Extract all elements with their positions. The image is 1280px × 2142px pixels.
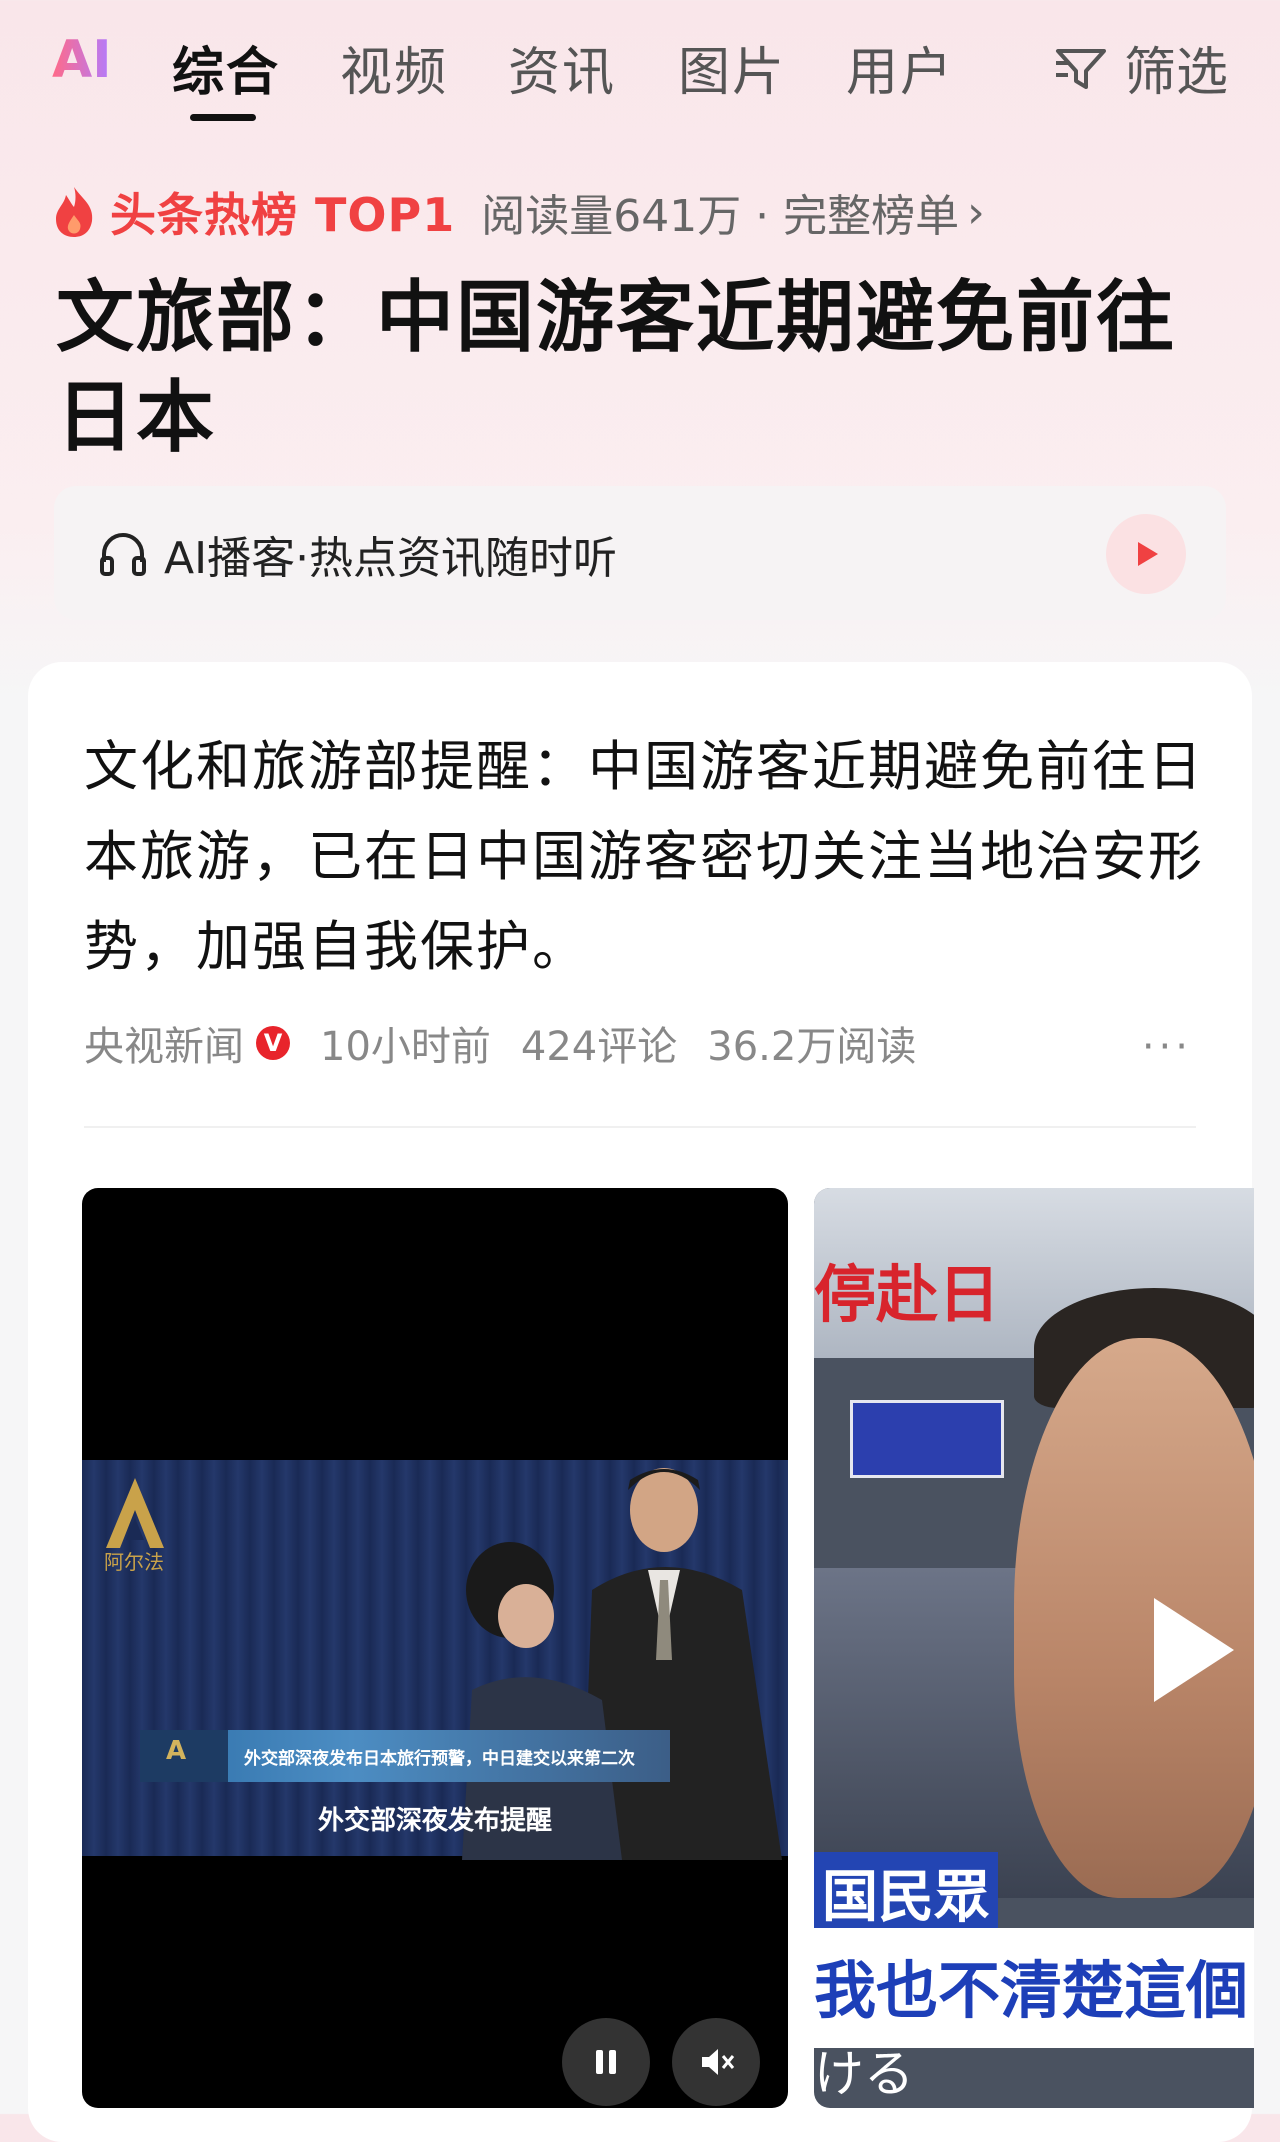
ai-podcast-bar[interactable]: AI播客·热点资讯随时听 [54,486,1226,620]
ai-logo[interactable]: AI [52,30,112,90]
tab-news[interactable]: 资讯 [508,30,616,105]
mute-button[interactable] [672,2018,760,2106]
divider [84,1126,1196,1128]
tab-images[interactable]: 图片 [678,30,786,105]
podcast-play-button[interactable] [1106,514,1186,594]
more-options-icon[interactable]: ··· [1142,1024,1192,1070]
filter-button[interactable]: 筛选 [1052,30,1228,105]
filter-label: 筛选 [1123,43,1228,103]
video-caption-middle: 国民眾 [814,1852,998,1933]
tab-comprehensive[interactable]: 综合 [172,30,280,105]
video-caption-top: 停赴日 [814,1258,1001,1331]
pause-icon [596,2050,616,2074]
news-banner: A 外交部深夜发布日本旅行预警，中日建交以来第二次 [140,1730,670,1782]
play-icon [1138,542,1158,566]
info-screen [850,1400,1004,1478]
article-text[interactable]: 文化和旅游部提醒：中国游客近期避免前往日本旅游，已在日中国游客密切关注当地治安形… [84,722,1214,992]
video-caption-bottom: ける [814,2045,914,2103]
source-name[interactable]: 央视新闻 [84,1014,244,1072]
fire-icon [56,187,93,237]
banner-text: 外交部深夜发布日本旅行预警，中日建交以来第二次 [244,1749,635,1769]
video-player-1[interactable]: 阿尔法 A 外交部深夜发布日本旅行预警，中日建交以来第二次 外交部深夜发布提醒 [82,1188,788,2108]
top-nav: AI 综合 视频 资讯 图片 用户 筛选 [0,0,1280,130]
article-card[interactable]: 文化和旅游部提醒：中国游客近期避免前往日本旅游，已在日中国游客密切关注当地治安形… [28,662,1254,2142]
read-count-article: 36.2万阅读 [707,1024,917,1070]
publish-time: 10小时前 [320,1024,491,1070]
muted-speaker-icon [702,2049,735,2075]
video-subtitle: 外交部深夜发布提醒 [317,1806,552,1836]
hot-list-label: 头条热榜 TOP1 [110,188,456,242]
video-player-2[interactable]: 停赴日 国民眾 我也不清楚這個 ける [814,1188,1254,2108]
hot-list-bar[interactable]: 头条热榜 TOP1 阅读量641万 · 完整榜单 › [52,180,985,244]
pause-button[interactable] [562,2018,650,2106]
active-tab-indicator [190,114,256,121]
verified-badge: V [256,1026,290,1060]
tab-video[interactable]: 视频 [340,30,448,105]
page-title: 文旅部：中国游客近期避免前往日本 [56,273,1177,463]
channel-logo-icon [106,1478,164,1548]
filter-icon [1055,48,1106,89]
play-icon[interactable] [1154,1598,1234,1702]
video-frame: 阿尔法 A 外交部深夜发布日本旅行预警，中日建交以来第二次 外交部深夜发布提醒 [82,1460,788,1860]
podcast-label: AI播客·热点资讯随时听 [164,533,618,584]
channel-logo-text: 阿尔法 [104,1550,164,1574]
banner-logo: A [140,1730,228,1782]
video-caption-main: 我也不清楚這個 [814,1954,1249,2027]
tab-users[interactable]: 用户 [846,30,954,105]
chevron-right-icon: › [967,186,985,238]
read-count: 阅读量641万 · 完整榜单 [481,191,960,242]
comment-count[interactable]: 424评论 [521,1014,677,1072]
headphones-icon [100,533,146,576]
article-meta: 央视新闻 V 10小时前 424评论 36.2万阅读 [84,1014,916,1072]
